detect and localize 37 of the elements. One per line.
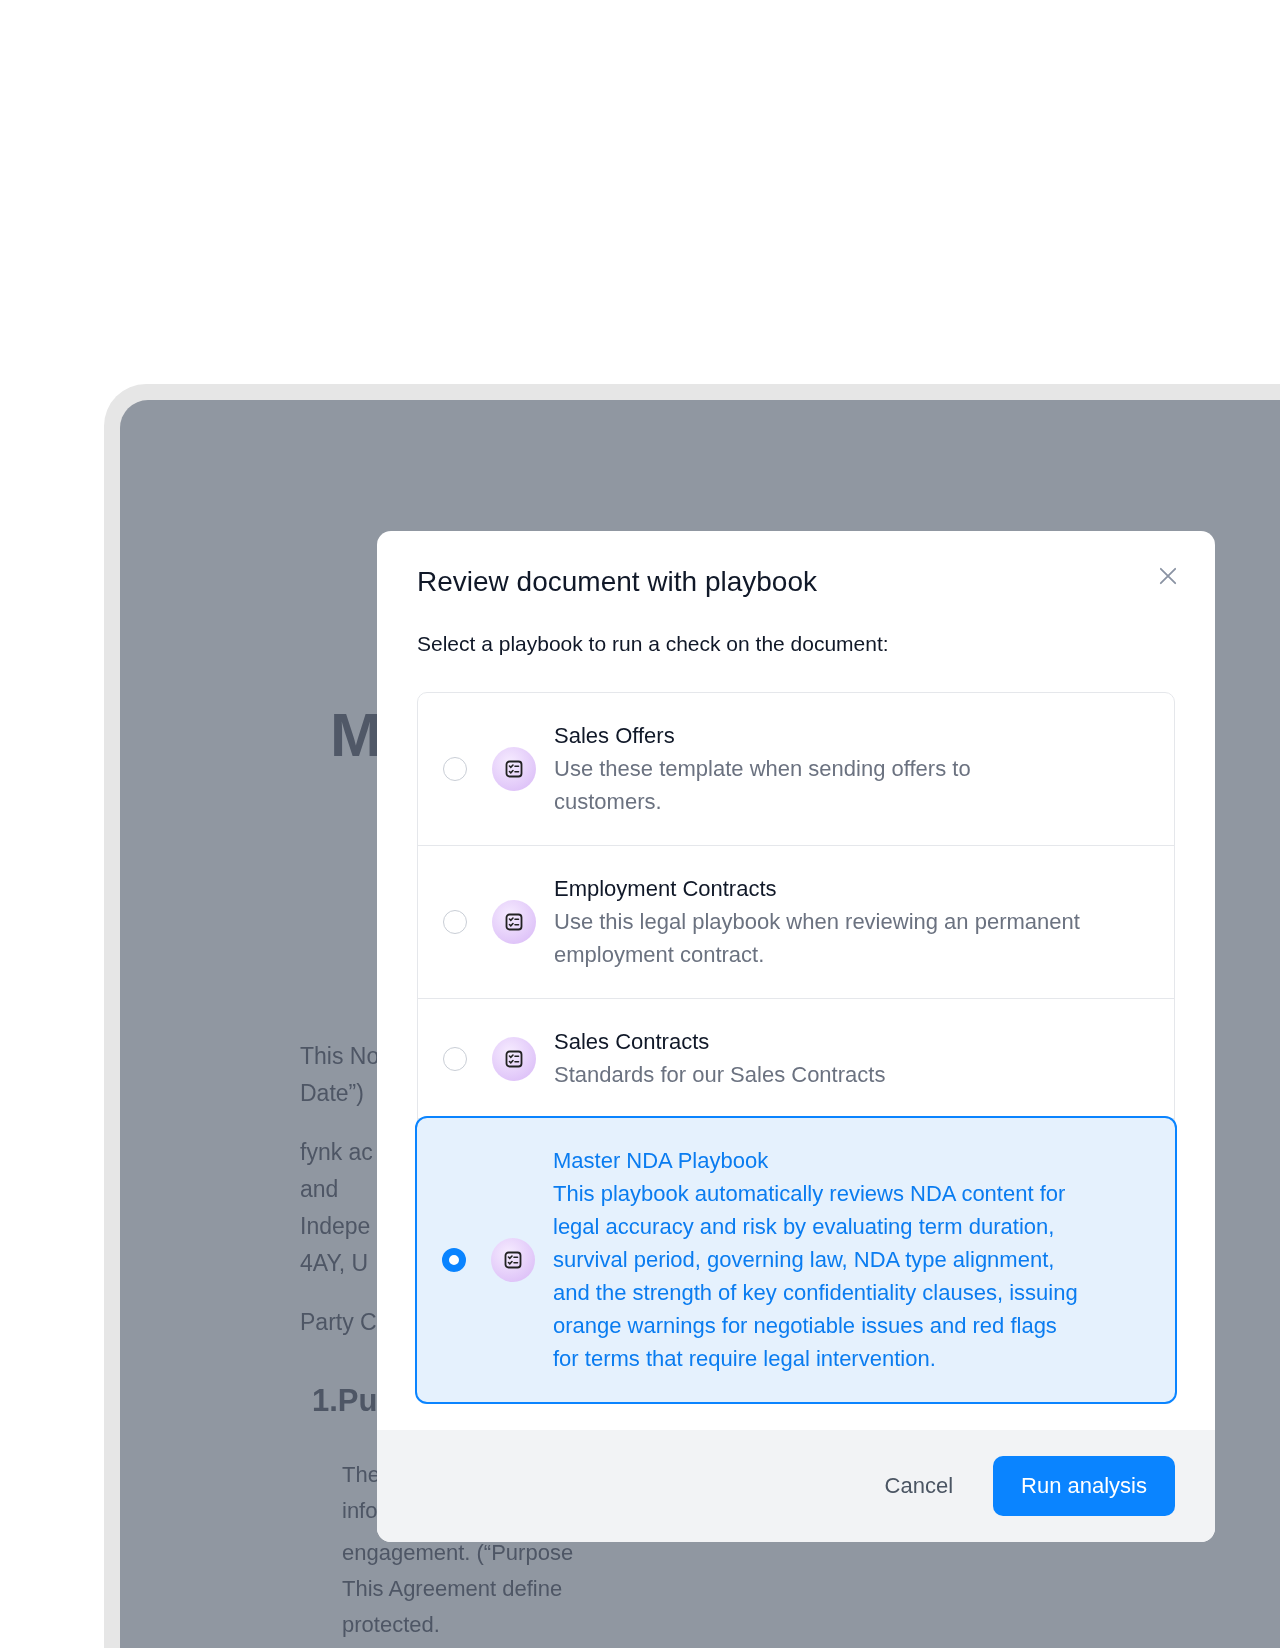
- option-title: Sales Offers: [554, 722, 676, 750]
- document-text: Date”): [300, 1079, 364, 1108]
- document-text: fynk ac: [300, 1138, 373, 1167]
- document-text: 4AY, U: [300, 1249, 369, 1278]
- document-title: M: [330, 699, 382, 770]
- option-description: This playbook automatically reviews NDA content for legal accuracy and risk by evaluating term duration, survival period, governing law, NDA type alignment, and the strength of key confidentiality clauses, issuing orange warnings for negotiable issues and red flags for terms that require legal intervention.: [553, 1180, 1079, 1373]
- radio-button[interactable]: [442, 1248, 466, 1272]
- document-text: This Agreement define: [342, 1575, 563, 1603]
- option-title: Master NDA Playbook: [553, 1147, 770, 1175]
- section-heading: 1.Pu: [312, 1382, 378, 1420]
- playbook-option[interactable]: [417, 1118, 1175, 1402]
- checklist-icon: [492, 1036, 536, 1081]
- close-icon[interactable]: [1159, 567, 1177, 585]
- dialog-title: Review document with playbook: [417, 566, 817, 598]
- option-title: Sales Contracts: [554, 1028, 711, 1056]
- checklist-icon: [492, 900, 536, 944]
- document-text: Party C: [300, 1308, 377, 1337]
- radio-button[interactable]: [443, 1046, 467, 1071]
- playbook-option[interactable]: Sales Offers Use these template when sending offers to customers.: [418, 693, 1174, 846]
- radio-button[interactable]: [443, 910, 467, 934]
- option-description: Use this legal playbook when reviewing an permanent employment contract.: [554, 908, 1081, 969]
- document-text: Indepe: [300, 1212, 371, 1241]
- document-text: engagement. (“Purpose: [342, 1539, 574, 1567]
- document-text: This No: [300, 1042, 380, 1071]
- run-analysis-button[interactable]: Run analysis: [993, 1456, 1175, 1516]
- document-text: protected.: [342, 1611, 440, 1639]
- option-description: Standards for our Sales Contracts: [554, 1061, 887, 1089]
- checklist-icon: [492, 747, 536, 791]
- document-text: and: [300, 1175, 339, 1204]
- cancel-button[interactable]: Cancel: [884, 1463, 954, 1509]
- dialog-prompt: Select a playbook to run a check on the document:: [417, 632, 890, 656]
- option-title: Employment Contracts: [554, 875, 778, 903]
- option-description: Use these template when sending offers to customers.: [554, 755, 972, 816]
- checklist-icon: [491, 1238, 535, 1282]
- playbook-option[interactable]: Employment Contracts Use this legal playbook when reviewing an permanent employment contract.: [418, 846, 1174, 999]
- radio-button[interactable]: [443, 757, 467, 781]
- document-text: info: [342, 1497, 378, 1525]
